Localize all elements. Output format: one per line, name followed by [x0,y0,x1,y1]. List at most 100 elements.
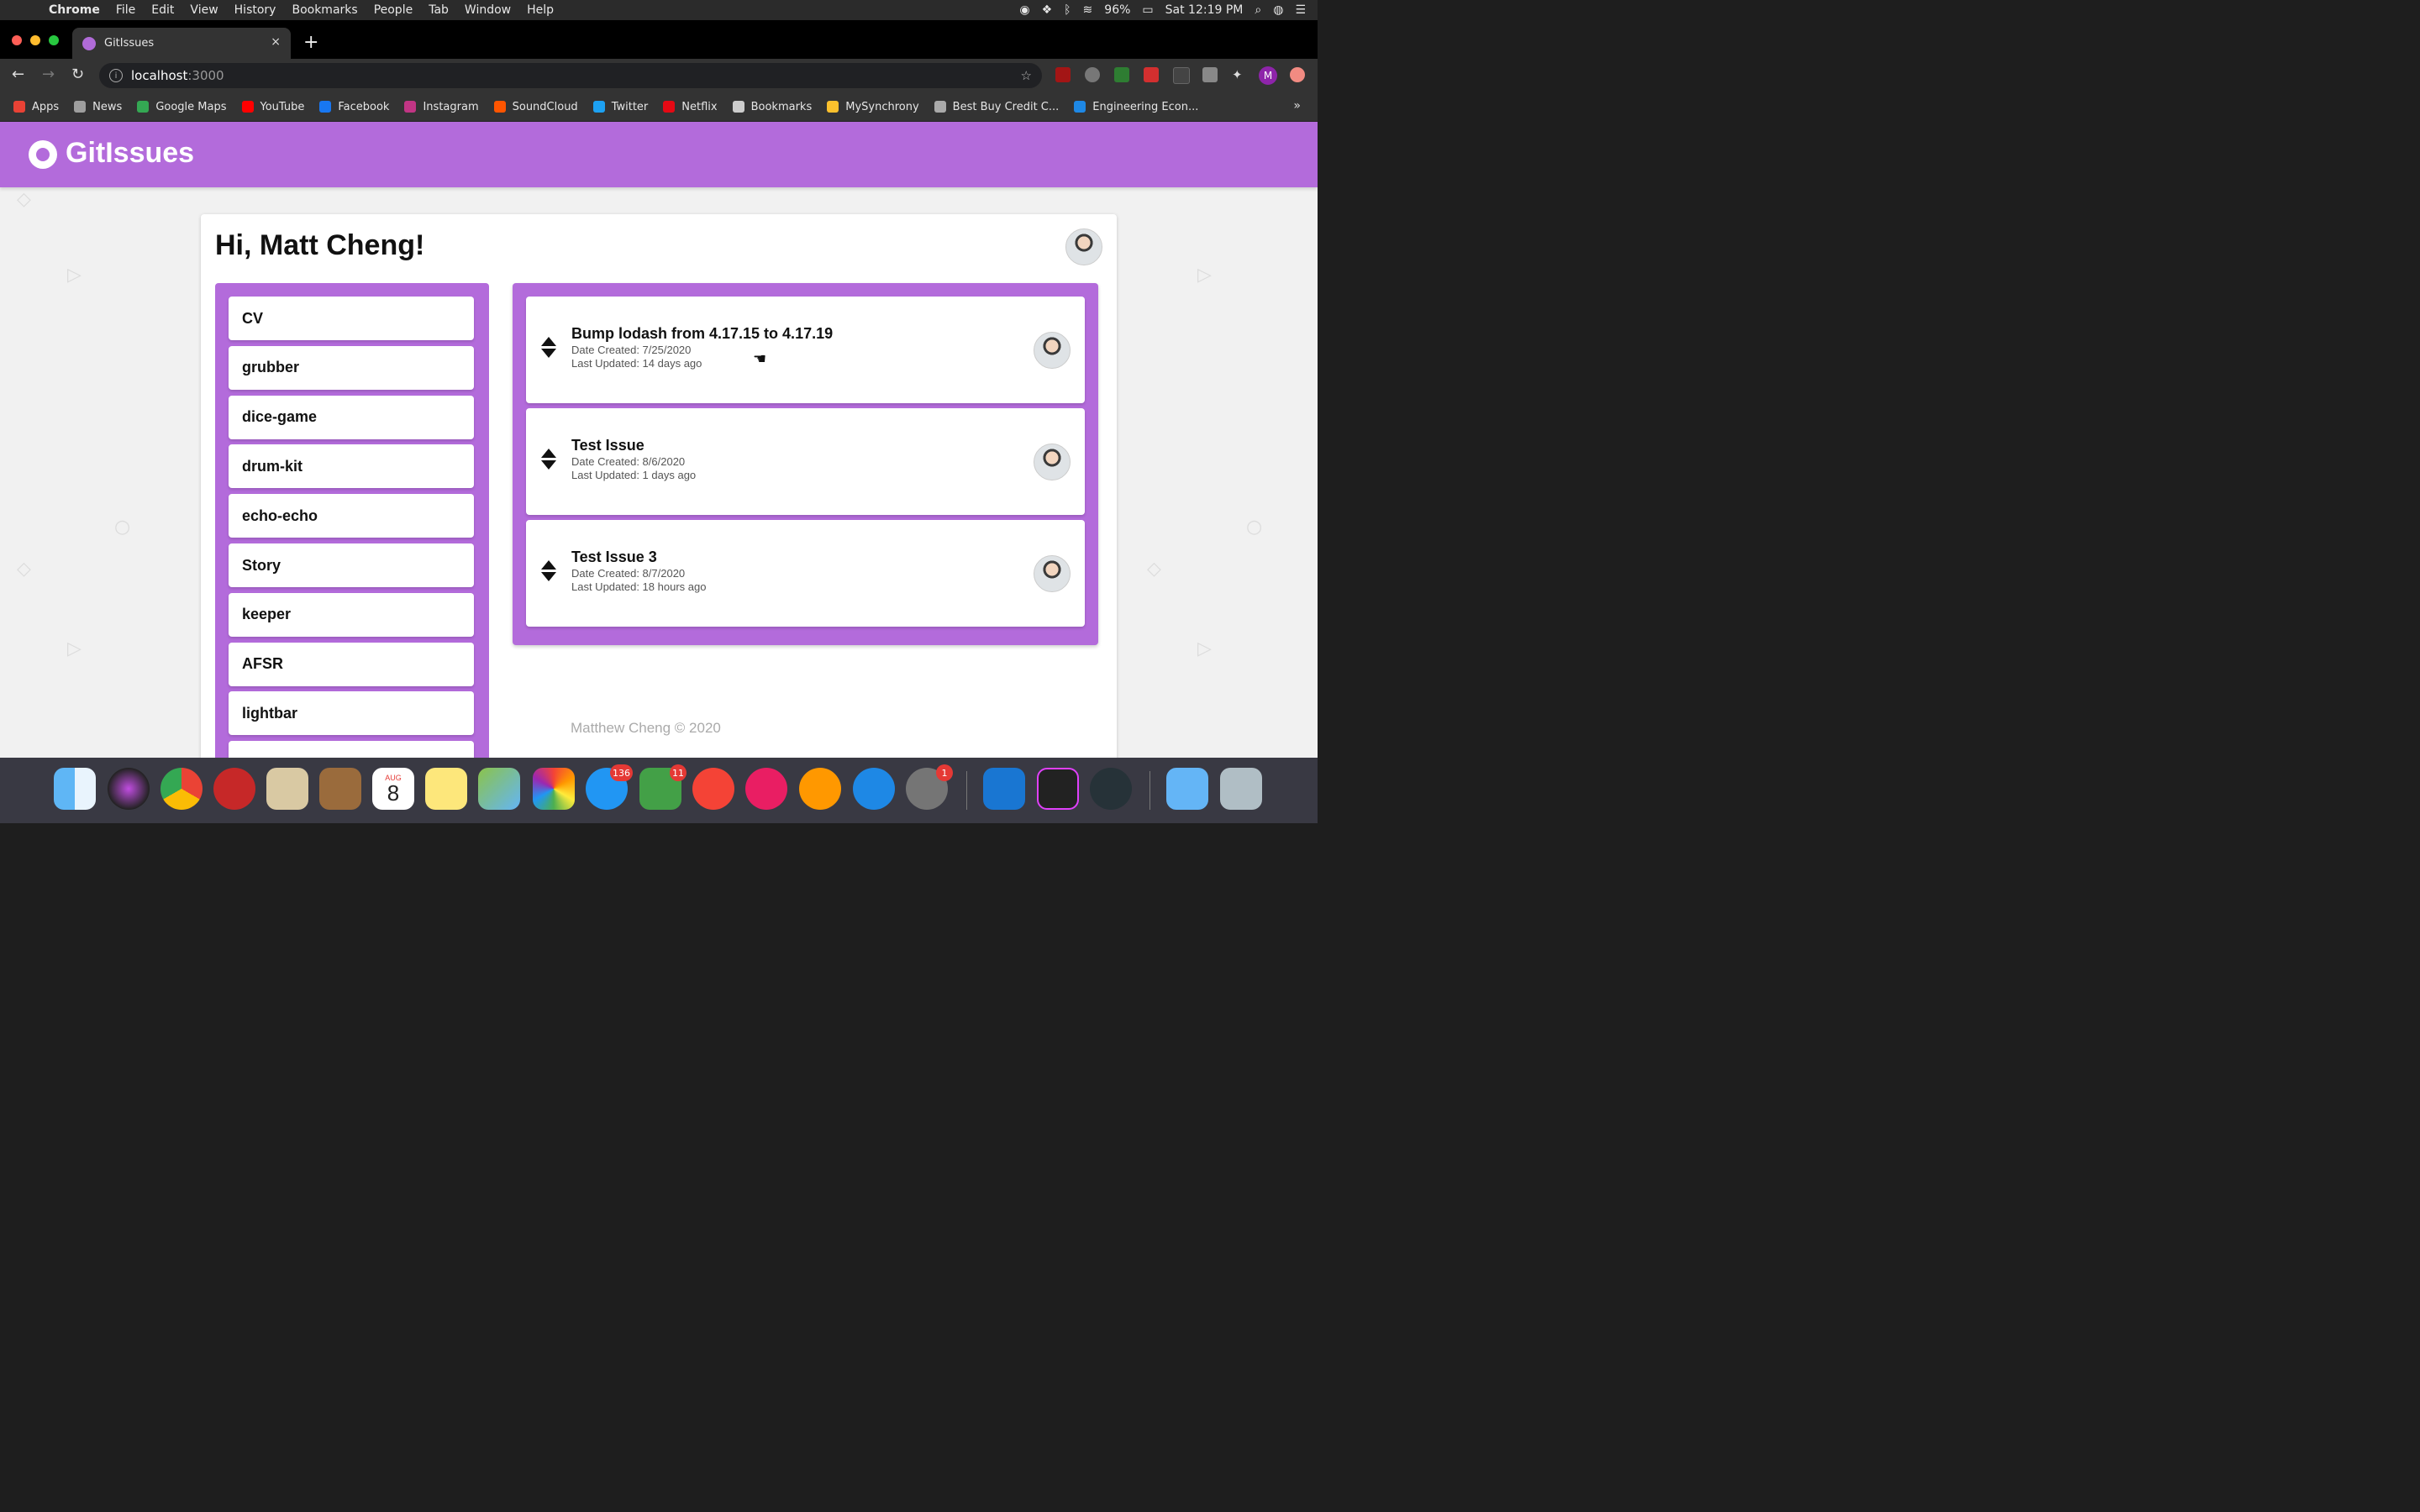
bookmark-item[interactable]: SoundCloud [493,101,578,113]
bookmark-item[interactable]: News [74,101,122,113]
repo-item[interactable]: echo-echo [229,494,474,538]
vscode-icon[interactable] [983,768,1025,810]
window-close-button[interactable] [12,35,22,45]
profile-avatar[interactable]: M [1259,66,1277,85]
notification-center-icon[interactable]: ☰ [1295,3,1306,17]
notes-icon[interactable] [425,768,467,810]
menu-app-name[interactable]: Chrome [49,3,100,17]
bookmark-item[interactable]: Engineering Econ... [1074,101,1198,113]
news-icon[interactable] [692,768,734,810]
bookmark-item[interactable]: Instagram [404,101,479,113]
repo-item[interactable]: keeper [229,592,474,637]
calendar-icon[interactable]: AUG 8 [372,768,414,810]
drag-sort-icon[interactable] [541,449,556,470]
camera-extension-icon[interactable] [1202,67,1218,82]
dropbox-icon[interactable]: ❖ [1042,3,1053,17]
forward-icon[interactable]: → [42,66,55,83]
bookmark-favicon-icon [13,101,25,113]
bookmark-item[interactable]: Twitter [592,101,648,113]
bookmark-item[interactable]: Apps [13,101,59,113]
siri-icon[interactable]: ◍ [1273,3,1283,17]
siri-dock-icon[interactable] [108,768,150,810]
music-icon[interactable] [745,768,787,810]
app-brand[interactable]: GitIssues [66,137,194,170]
issue-author-avatar[interactable] [1034,555,1071,592]
menu-tab[interactable]: Tab [429,3,449,17]
bookmark-item[interactable]: Google Maps [137,101,227,113]
facetime-icon[interactable]: 11 [639,764,687,810]
issue-card[interactable]: Bump lodash from 4.17.15 to 4.17.19 Date … [526,297,1085,403]
quicktime-icon[interactable] [1090,768,1132,810]
bluetooth-icon[interactable]: ᛒ [1064,3,1071,17]
maps-icon[interactable] [478,768,520,810]
menu-bookmarks[interactable]: Bookmarks [292,3,357,17]
tab-gitissues[interactable]: GitIssues × [72,28,291,59]
site-info-icon[interactable]: i [109,69,123,82]
repo-item[interactable]: grubber [229,345,474,390]
menu-history[interactable]: History [234,3,276,17]
back-icon[interactable]: ← [12,66,24,83]
bookmark-item[interactable]: Best Buy Credit C... [934,101,1059,113]
clock[interactable]: Sat 12:19 PM [1165,3,1244,17]
menu-people[interactable]: People [374,3,413,17]
finder-icon[interactable] [54,768,96,810]
address-bar[interactable]: i localhost:3000 ☆ [99,63,1042,88]
bookmarks-overflow-button[interactable]: » [1293,99,1301,113]
repo-item[interactable]: lightbar [229,691,474,736]
screen-record-icon[interactable]: ◉ [1019,3,1029,17]
drag-sort-icon[interactable] [541,337,556,359]
screenshot-extension-icon[interactable] [1173,67,1190,84]
tree-extension-icon[interactable] [1114,67,1129,82]
messages-icon[interactable]: 136 [586,764,633,810]
drag-sort-icon[interactable] [541,560,556,582]
extensions-puzzle-icon[interactable]: ✦ [1232,67,1247,82]
menu-edit[interactable]: Edit [151,3,174,17]
spotlight-icon[interactable]: ⌕ [1255,3,1261,17]
bookmark-item[interactable]: MySynchrony [827,101,919,113]
repo-item[interactable]: dice-game [229,395,474,439]
applications-folder-icon[interactable] [1166,768,1208,810]
repo-item[interactable]: Story [229,543,474,587]
chrome-dock-icon[interactable] [160,768,203,810]
window-minimize-button[interactable] [30,35,40,45]
system-preferences-icon[interactable]: 1 [906,764,953,810]
mail-icon[interactable] [266,768,308,810]
issue-card[interactable]: Test Issue 3 Date Created: 8/7/2020 Last U… [526,520,1085,627]
bookmark-star-icon[interactable]: ☆ [1021,68,1032,83]
user-avatar[interactable] [1065,228,1102,265]
extension-icon[interactable] [1085,67,1100,82]
battery-icon[interactable]: ▭ [1142,3,1153,17]
books-icon[interactable] [799,768,841,810]
wifi-icon[interactable]: ≋ [1083,3,1093,17]
repo-item[interactable]: CV [229,297,474,340]
chrome-update-icon[interactable] [1290,67,1305,82]
menu-help[interactable]: Help [527,3,554,17]
repo-item[interactable]: drum-kit [229,444,474,489]
battery-percent[interactable]: 96% [1104,3,1130,17]
trash-icon[interactable] [1220,768,1262,810]
menu-window[interactable]: Window [465,3,511,17]
reload-icon[interactable]: ↻ [71,66,84,83]
bookmark-item[interactable]: Netflix [663,101,718,113]
dice-extension-icon[interactable] [1144,67,1159,82]
github-logo-icon[interactable] [29,140,57,169]
expressvpn-icon[interactable] [213,768,255,810]
ublock-extension-icon[interactable] [1055,67,1071,82]
app-store-icon[interactable] [853,768,895,810]
bookmark-item[interactable]: Facebook [319,101,389,113]
bookmark-item[interactable]: Bookmarks [732,101,812,113]
menu-view[interactable]: View [190,3,218,17]
contacts-icon[interactable] [319,768,361,810]
menu-file[interactable]: File [116,3,135,17]
bookmark-item[interactable]: YouTube [241,101,304,113]
photos-icon[interactable] [533,768,575,810]
tab-close-icon[interactable]: × [271,35,281,49]
issue-card[interactable]: Test Issue Date Created: 8/6/2020 Last Upd… [526,408,1085,515]
repo-item[interactable] [229,741,474,758]
window-zoom-button[interactable] [49,35,59,45]
issue-author-avatar[interactable] [1034,332,1071,369]
issue-author-avatar[interactable] [1034,444,1071,480]
terminal-icon[interactable] [1037,768,1079,810]
repo-item[interactable]: AFSR [229,642,474,686]
new-tab-button[interactable]: + [303,32,318,53]
